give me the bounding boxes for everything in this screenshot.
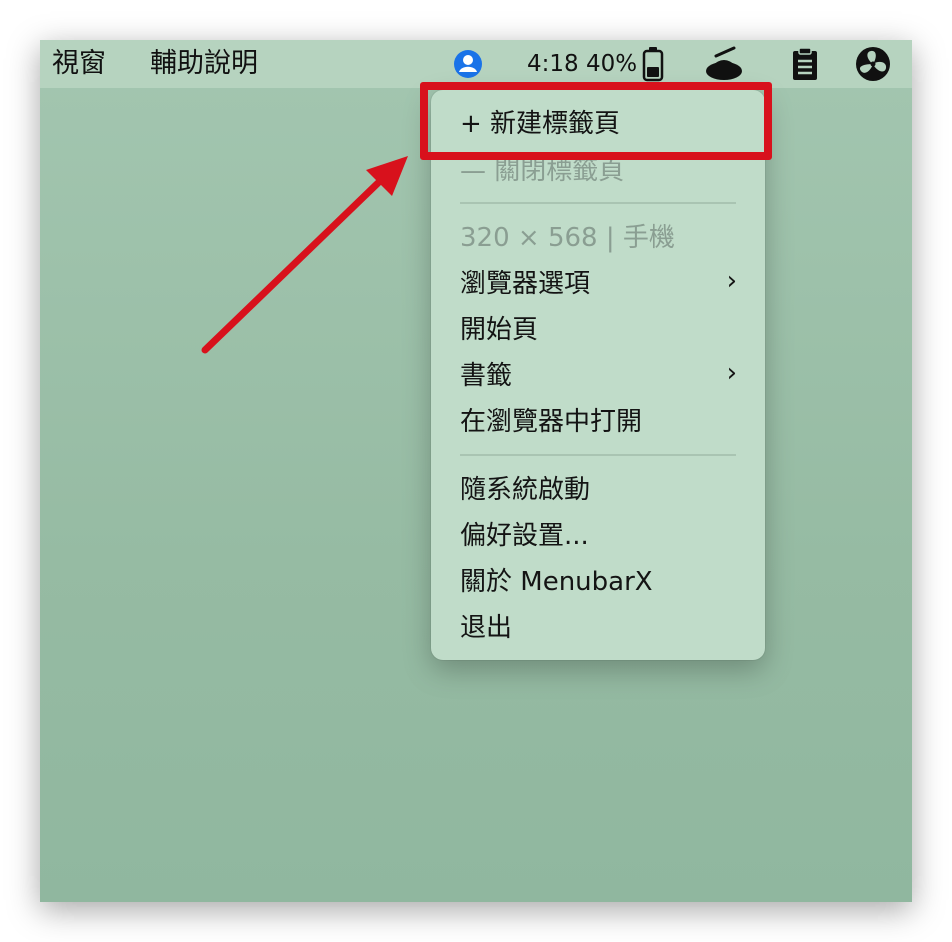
annotation-arrow-icon (201, 156, 408, 354)
